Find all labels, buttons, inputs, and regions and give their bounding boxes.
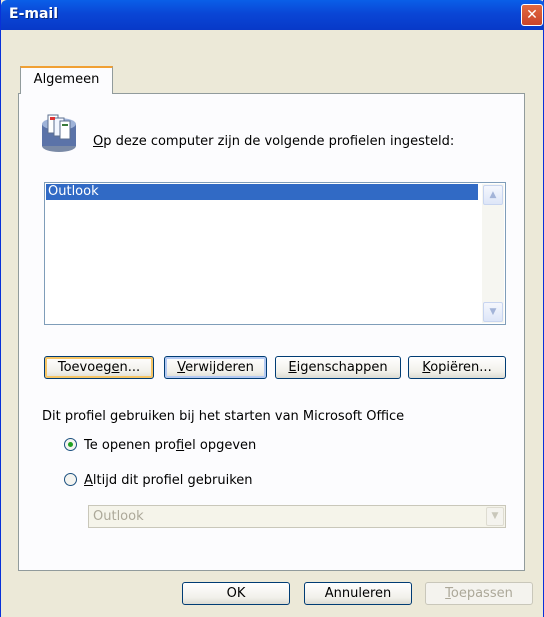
copy-accesskey: K — [422, 360, 431, 375]
radio-always-label: Altijd dit profiel gebruiken — [84, 472, 253, 490]
profiles-intro-label: Op deze computer zijn de volgende profie… — [93, 134, 454, 149]
window-title: E-mail — [9, 6, 59, 22]
combo-dropdown-button[interactable]: ▼ — [486, 507, 504, 526]
prompt-accesskey: f — [175, 438, 185, 453]
startup-label: Dit profiel gebruiken bij het starten va… — [42, 409, 405, 424]
listbox-scrollbar[interactable]: ▲ ▼ — [482, 184, 504, 323]
ok-button[interactable]: OK — [182, 582, 290, 605]
add-label-pre: Toevoeg — [57, 360, 112, 375]
tab-algemeen[interactable]: Algemeen — [20, 66, 113, 94]
remove-label: erwijderen — [185, 360, 254, 375]
add-profile-button[interactable]: Toevoegen... — [44, 356, 154, 379]
close-button[interactable]: ✕ — [521, 4, 543, 26]
mail-profiles-icon — [42, 114, 76, 152]
prompt-label-post: iel opgeven — [184, 438, 257, 453]
chevron-down-icon: ▼ — [491, 511, 499, 521]
radio-button-checked[interactable] — [64, 438, 77, 451]
list-item[interactable]: Outlook — [46, 184, 478, 200]
radio-button-unchecked[interactable] — [64, 473, 77, 486]
properties-button[interactable]: Eigenschappen — [275, 356, 401, 379]
chevron-down-icon: ▼ — [489, 307, 497, 317]
cancel-button[interactable]: Annuleren — [304, 582, 412, 605]
intro-text: p deze computer zijn de volgende profiel… — [103, 134, 455, 149]
apply-label: oepassen — [450, 586, 513, 601]
prompt-label-pre: Te openen pro — [84, 438, 176, 453]
copy-label: opiëren... — [430, 360, 492, 375]
scroll-up-button[interactable]: ▲ — [483, 185, 503, 205]
remove-profile-button[interactable]: Verwijderen — [164, 356, 267, 379]
radio-prompt-label: Te openen profiel opgeven — [84, 437, 256, 455]
add-label-post: n... — [119, 360, 141, 375]
copy-profile-button[interactable]: Kopiëren... — [408, 356, 506, 379]
intro-accesskey: O — [93, 134, 104, 149]
chevron-up-icon: ▲ — [489, 190, 497, 200]
close-icon: ✕ — [526, 7, 538, 23]
scroll-down-button[interactable]: ▼ — [483, 302, 503, 322]
radio-dot — [68, 442, 73, 447]
profile-combobox[interactable]: Outlook ▼ — [88, 505, 506, 528]
always-label-post: ltijd dit profiel gebruiken — [92, 473, 253, 488]
email-dialog: E-mail ✕ Algemeen Op deze computer zijn … — [0, 0, 544, 617]
apply-button[interactable]: Toepassen — [425, 582, 533, 605]
tab-panel — [18, 93, 525, 571]
remove-accesskey: V — [177, 360, 186, 375]
ok-label: OK — [226, 586, 246, 601]
profiles-listbox[interactable]: Outlook ▲ ▼ — [44, 182, 506, 325]
cancel-label: Annuleren — [324, 586, 392, 601]
properties-label: igenschappen — [296, 360, 388, 375]
combo-value: Outlook — [93, 509, 144, 524]
tab-label: Algemeen — [33, 72, 100, 87]
always-accesskey: A — [84, 473, 93, 488]
title-bar[interactable]: E-mail ✕ — [1, 0, 544, 30]
properties-accesskey: E — [288, 360, 297, 375]
